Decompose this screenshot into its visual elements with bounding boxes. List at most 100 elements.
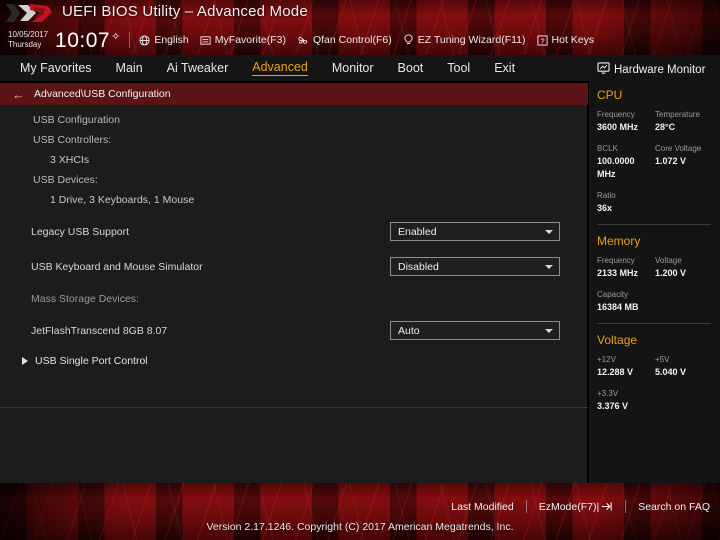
hw-key: Temperature	[655, 110, 700, 119]
hw-cpu-ratio: Ratio 36x	[597, 190, 655, 215]
hw-value: 28°C	[655, 122, 676, 132]
language-label: English	[154, 34, 189, 46]
usb-controllers-label: USB Controllers:	[33, 134, 112, 146]
hw-cpu-bclk: BCLK 100.0000 MHz	[597, 143, 655, 181]
hw-section-memory-title: Memory	[597, 234, 641, 248]
hw-key: Core Voltage	[655, 144, 702, 153]
question-box-icon: ?	[536, 34, 548, 46]
hw-voltage-33v: +3.3V 3.376 V	[597, 388, 655, 413]
setting-row-jetflash[interactable]: JetFlashTranscend 8GB 8.07 Auto	[0, 318, 587, 344]
usb-controllers-value-row: 3 XHCIs	[0, 150, 587, 170]
jetflash-label: JetFlashTranscend 8GB 8.07	[31, 325, 168, 337]
svg-text:?: ?	[540, 36, 544, 45]
hw-cpu-core-voltage: Core Voltage 1.072 V	[655, 143, 713, 181]
legacy-usb-support-label: Legacy USB Support	[31, 226, 130, 238]
hardware-monitor-title-row: Hardware Monitor	[597, 61, 720, 79]
hw-memory-frequency: Frequency 2133 MHz	[597, 255, 655, 280]
tab-advanced[interactable]: Advanced	[252, 60, 308, 76]
hw-voltage-5v: +5V 5.040 V	[655, 354, 713, 379]
section-title-row: USB Configuration	[0, 110, 587, 130]
hot-keys-button[interactable]: ? Hot Keys	[536, 34, 595, 46]
ez-tuning-wizard-button[interactable]: EZ Tuning Wizard(F11)	[403, 34, 526, 46]
jetflash-value: Auto	[398, 324, 420, 337]
usb-kb-mouse-simulator-dropdown[interactable]: Disabled	[390, 257, 560, 276]
usb-devices-value-row: 1 Drive, 3 Keyboards, 1 Mouse	[0, 190, 587, 210]
gear-icon[interactable]: ✧	[111, 30, 120, 43]
chevron-down-icon	[545, 264, 553, 269]
hw-section-cpu-title: CPU	[597, 88, 623, 102]
hw-cpu-row-2: BCLK 100.0000 MHz Core Voltage 1.072 V	[597, 143, 720, 181]
hw-memory-capacity: Capacity 16384 MB	[597, 289, 655, 314]
right-arrow-icon	[22, 357, 28, 365]
hw-memory-row-2: Capacity 16384 MB	[597, 289, 720, 314]
hw-value: 1.072 V	[655, 156, 687, 166]
hw-value: 16384 MB	[597, 302, 639, 312]
tab-boot[interactable]: Boot	[398, 61, 424, 76]
usb-single-port-control-label: USB Single Port Control	[35, 355, 148, 367]
hw-value: 1.200 V	[655, 268, 687, 278]
language-button[interactable]: English	[139, 34, 189, 46]
hardware-monitor-panel: Hardware Monitor CPU Frequency 3600 MHz …	[589, 55, 720, 483]
usb-devices-row: USB Devices:	[0, 170, 587, 190]
hw-key: Ratio	[597, 191, 616, 200]
back-arrow-icon[interactable]: ←	[12, 88, 25, 101]
usb-devices-label: USB Devices:	[33, 174, 98, 186]
last-modified-button[interactable]: Last Modified	[451, 501, 513, 513]
hw-cpu-frequency: Frequency 3600 MHz	[597, 109, 655, 134]
hw-key: Frequency	[597, 256, 635, 265]
exit-arrow-icon	[601, 501, 613, 512]
hw-memory-voltage: Voltage 1.200 V	[655, 255, 713, 280]
qfan-control-button[interactable]: Qfan Control(F6)	[297, 34, 392, 46]
setting-row-usb-kb-mouse-simulator[interactable]: USB Keyboard and Mouse Simulator Disable…	[0, 254, 587, 280]
jetflash-dropdown[interactable]: Auto	[390, 321, 560, 340]
tab-exit[interactable]: Exit	[494, 61, 515, 76]
ez-tuning-wizard-label: EZ Tuning Wizard(F11)	[417, 34, 526, 46]
hw-key: BCLK	[597, 144, 618, 153]
usb-controllers-row: USB Controllers:	[0, 130, 587, 150]
date-display: 10/05/2017 Thursday	[8, 30, 48, 50]
myfavorite-button[interactable]: MyFavorite(F3)	[200, 34, 286, 46]
content-panel: USB Configuration USB Controllers: 3 XHC…	[0, 105, 588, 540]
hw-voltage-12v: +12V 12.288 V	[597, 354, 655, 379]
usb-single-port-control-item[interactable]: USB Single Port Control	[0, 350, 587, 372]
version-text: Version 2.17.1246. Copyright (C) 2017 Am…	[206, 521, 514, 533]
list-icon	[200, 35, 211, 46]
date-text: 10/05/2017	[8, 30, 49, 39]
hot-keys-label: Hot Keys	[551, 34, 595, 46]
tab-ai-tweaker[interactable]: Ai Tweaker	[167, 61, 229, 76]
hw-value: 12.288 V	[597, 367, 634, 377]
usb-devices-value: 1 Drive, 3 Keyboards, 1 Mouse	[50, 194, 195, 206]
content-divider	[0, 407, 588, 408]
footer-links: Last Modified EzMode(F7)| Search on FAQ	[451, 500, 710, 513]
breadcrumb-path: Advanced\USB Configuration	[34, 88, 171, 100]
ezmode-button[interactable]: EzMode(F7)|	[539, 501, 614, 513]
usb-kb-mouse-simulator-value: Disabled	[398, 260, 439, 273]
hw-key: +3.3V	[597, 389, 619, 398]
search-on-faq-button[interactable]: Search on FAQ	[638, 501, 710, 513]
legacy-usb-support-dropdown[interactable]: Enabled	[390, 222, 560, 241]
mass-storage-devices-label: Mass Storage Devices:	[31, 293, 139, 305]
setting-row-legacy-usb-support[interactable]: Legacy USB Support Enabled	[0, 219, 587, 245]
hw-key: +5V	[655, 355, 670, 364]
tab-main[interactable]: Main	[116, 61, 143, 76]
bios-screen: UEFI BIOS Utility – Advanced Mode 10/05/…	[0, 0, 720, 540]
hw-memory-row-1: Frequency 2133 MHz Voltage 1.200 V	[597, 255, 720, 280]
page-title: UEFI BIOS Utility – Advanced Mode	[62, 3, 308, 20]
tab-tool[interactable]: Tool	[447, 61, 470, 76]
fan-icon	[297, 35, 309, 46]
hw-voltage-row-1: +12V 12.288 V +5V 5.040 V	[597, 354, 720, 379]
tab-monitor[interactable]: Monitor	[332, 61, 374, 76]
ezmode-label: EzMode(F7)|	[538, 500, 600, 513]
breadcrumb[interactable]: ← Advanced\USB Configuration	[0, 83, 588, 105]
hw-voltage-row-2: +3.3V 3.376 V	[597, 388, 720, 413]
hw-divider	[597, 224, 711, 225]
chevron-down-icon	[545, 229, 553, 234]
usb-controllers-value: 3 XHCIs	[50, 154, 90, 166]
hw-cpu-temperature: Temperature 28°C	[655, 109, 713, 134]
bulb-icon	[403, 34, 414, 46]
hw-key: Frequency	[597, 110, 635, 119]
rog-logo-icon	[6, 4, 52, 22]
divider	[525, 500, 527, 513]
tab-my-favorites[interactable]: My Favorites	[20, 61, 92, 76]
chevron-down-icon	[545, 328, 553, 333]
